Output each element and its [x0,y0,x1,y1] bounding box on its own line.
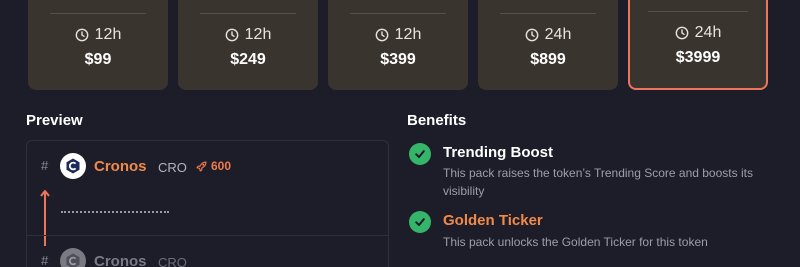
preview-title: Preview [26,112,83,129]
pack-duration: 12h [244,26,272,43]
clock-icon [375,28,389,42]
card-divider [500,13,596,14]
pack-card[interactable]: 12h $249 [178,0,318,90]
card-divider [350,13,446,14]
pack-card-selected[interactable]: 24h $3999 [628,0,768,90]
pack-price: $3999 [675,49,721,66]
placeholder-dots [61,211,169,213]
benefit-description: This pack unlocks the Golden Ticker for … [443,235,708,249]
coin-name[interactable]: Cronos [94,253,147,267]
rank-hash: # [41,158,49,173]
coin-name[interactable]: Cronos [94,158,147,175]
cronos-logo-icon [60,248,86,267]
check-circle-icon [409,211,431,233]
pack-price: $399 [380,51,416,68]
pack-card[interactable]: 24h $899 [478,0,618,90]
row-divider [27,235,388,236]
card-divider [200,13,296,14]
clock-icon [525,28,539,42]
clock-icon [675,26,689,40]
benefits-title: Benefits [407,112,467,129]
pack-duration: 12h [94,26,122,43]
card-divider [50,13,146,14]
clock-icon [225,28,239,42]
benefit-title: Trending Boost [443,144,553,161]
pack-duration: 12h [394,26,422,43]
pack-price: $899 [530,51,566,68]
coin-symbol: CRO [158,160,187,175]
pack-duration: 24h [544,26,572,43]
clock-icon [75,28,89,42]
check-circle-icon [409,143,431,165]
boost-badge: 600 [195,159,231,173]
benefit-description: This pack raises the token’s Trending Sc… [443,166,753,198]
arrow-up-icon [40,190,50,246]
coin-symbol: CRO [158,255,187,267]
trending-preview: # Cronos CRO 600 # Cronos CRO [26,140,389,267]
boost-count: 600 [211,159,232,173]
boost-pack-list: 12h $99 12h $249 12h $399 24h $899 24h $… [0,0,800,90]
cronos-logo-icon [60,153,86,179]
rank-hash: # [41,253,49,267]
pack-card[interactable]: 12h $399 [328,0,468,90]
rocket-icon [196,160,207,172]
pack-price: $249 [230,51,266,68]
pack-card[interactable]: 12h $99 [28,0,168,90]
pack-price: $99 [84,51,112,68]
card-divider [648,11,748,12]
benefit-title: Golden Ticker [443,212,543,229]
pack-duration: 24h [694,24,722,41]
